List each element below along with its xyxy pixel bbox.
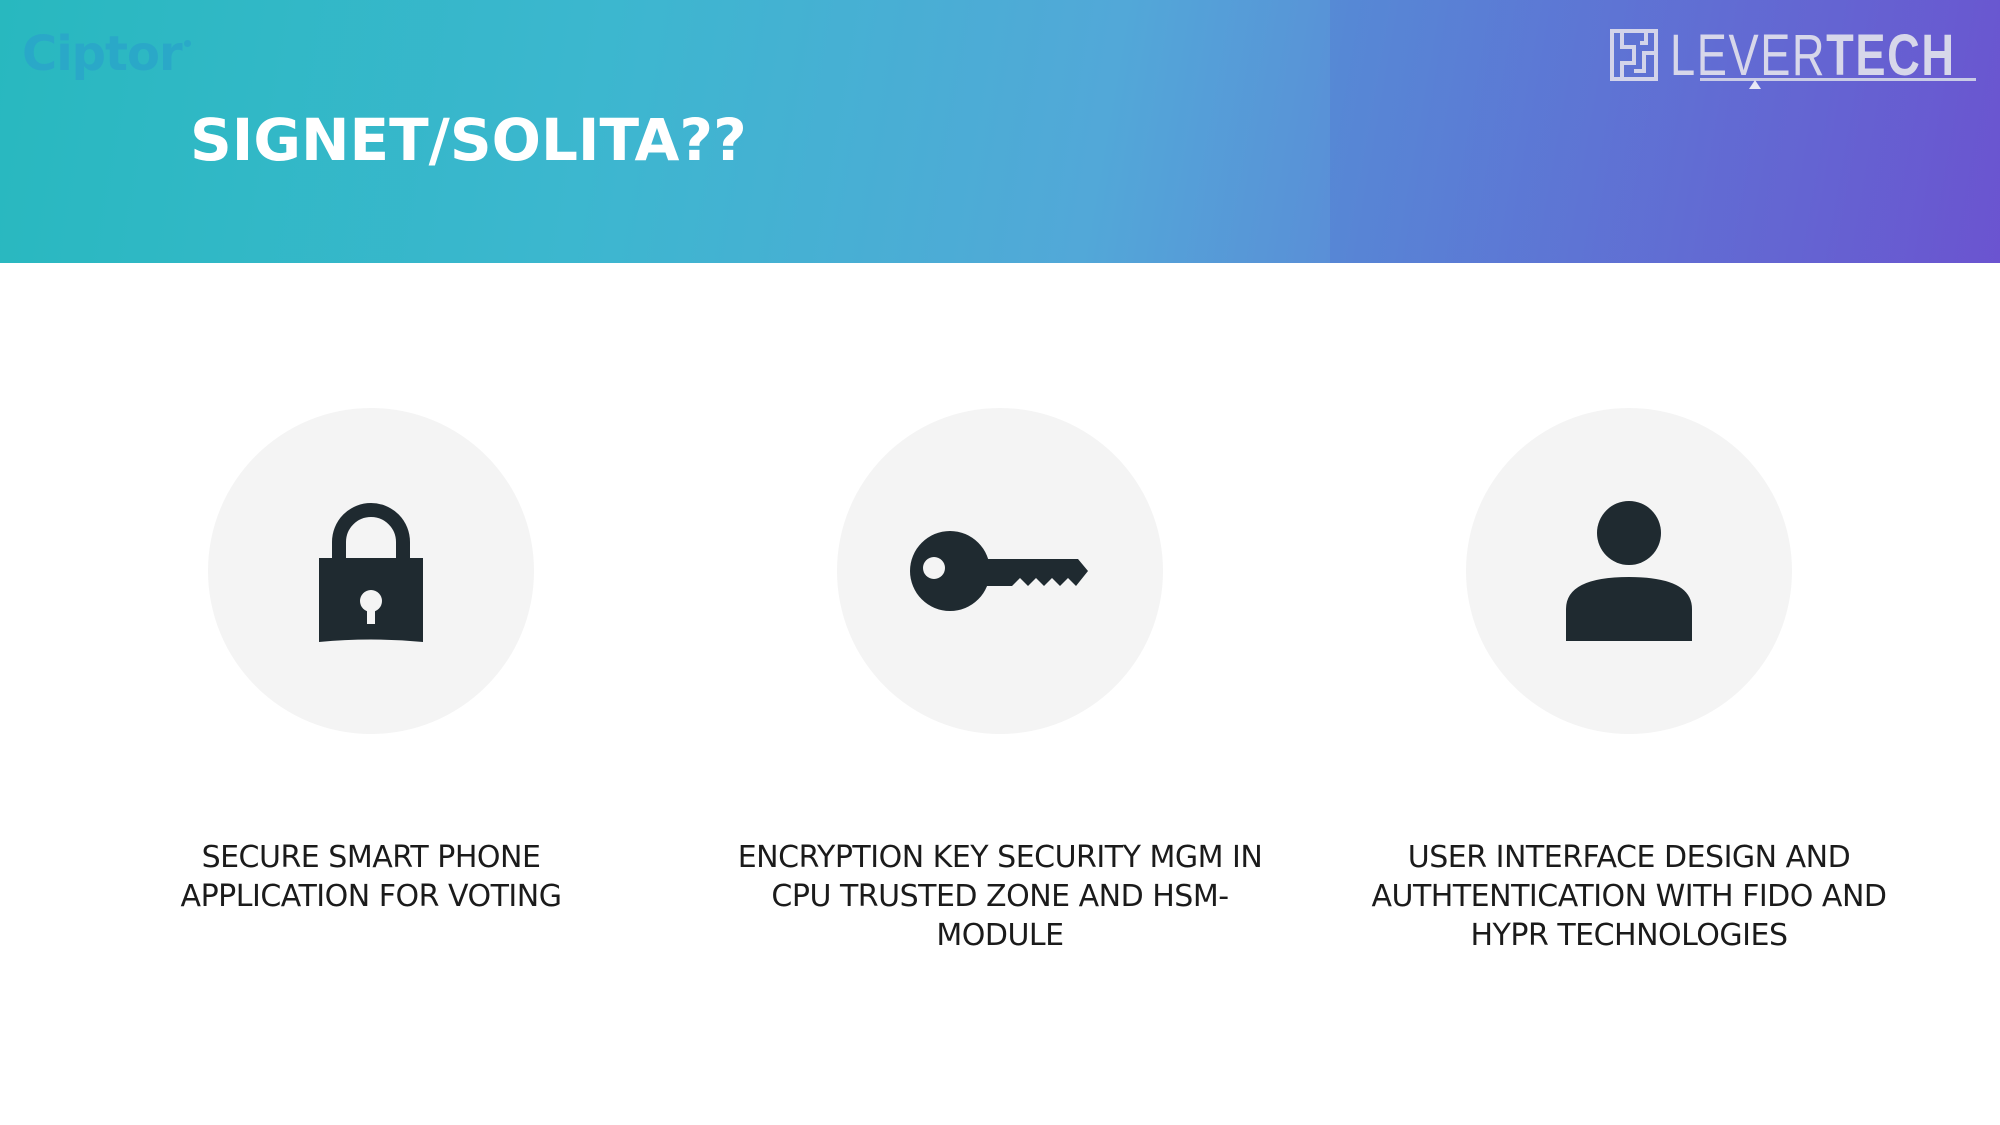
lock-icon bbox=[319, 503, 423, 642]
levertech-mark-icon bbox=[1609, 29, 1658, 81]
user-icon bbox=[1566, 501, 1692, 641]
ciptor-logo: Ciptor bbox=[22, 24, 191, 84]
levertech-caret-icon bbox=[1749, 80, 1761, 89]
feature-icon-circle bbox=[1466, 408, 1792, 734]
ciptor-logo-dot bbox=[183, 39, 191, 47]
levertech-underline bbox=[1700, 78, 1976, 81]
page-title: SIGNET/SOLITA?? bbox=[190, 106, 747, 174]
feature-caption: USER INTERFACE DESIGN AND AUTHTENTICATIO… bbox=[1371, 840, 1887, 953]
header-banner: Ciptor SIGNET/SOLITA?? LEVERTECH bbox=[0, 0, 2000, 263]
feature-caption: SECURE SMART PHONE APPLICATION FOR VOTIN… bbox=[180, 840, 562, 914]
feature-icon-circle bbox=[837, 408, 1163, 734]
feature-encryption-key: ENCRYPTION KEY SECURITY MGM IN CPU TRUST… bbox=[720, 408, 1280, 955]
feature-icon-circle bbox=[208, 408, 534, 734]
feature-caption: ENCRYPTION KEY SECURITY MGM IN CPU TRUST… bbox=[737, 840, 1263, 953]
slide: Ciptor SIGNET/SOLITA?? LEVERTECH SECURE … bbox=[0, 0, 2000, 1125]
feature-user-interface: USER INTERFACE DESIGN AND AUTHTENTICATIO… bbox=[1349, 408, 1909, 955]
feature-secure-app: SECURE SMART PHONE APPLICATION FOR VOTIN… bbox=[91, 408, 651, 916]
ciptor-logo-text: Ciptor bbox=[22, 26, 183, 82]
key-icon bbox=[910, 531, 1088, 611]
